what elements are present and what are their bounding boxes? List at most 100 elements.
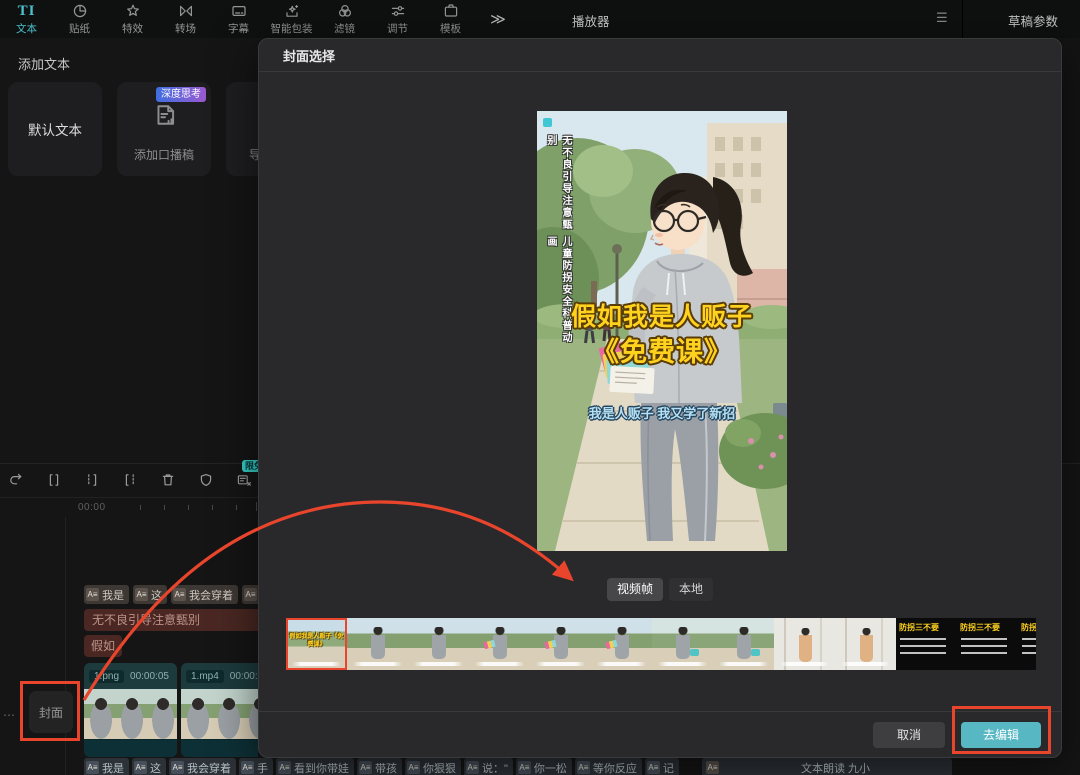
text-clip-icon: A≡ <box>359 761 372 774</box>
mask-icon[interactable] <box>198 472 216 490</box>
text-clip[interactable]: A≡我是 <box>84 758 129 775</box>
ruler-timestamp: 00:00 <box>78 502 106 513</box>
text-clip[interactable]: A≡你狠狠 <box>405 758 461 775</box>
text-clip-icon: A≡ <box>173 588 186 601</box>
card-add-script[interactable]: 添加口播稿深度思考 <box>117 82 211 176</box>
toolbar-item-template[interactable]: 模板 <box>424 0 477 38</box>
ruler-ticks <box>140 505 256 510</box>
player-panel-title: 播放器 <box>572 11 610 30</box>
frame-caption-bar <box>414 662 463 666</box>
clip-audio-strip <box>84 739 177 757</box>
split-right-icon[interactable] <box>122 472 140 490</box>
filmstrip-frame-1[interactable]: 假如我是人贩子《免费课》 <box>286 618 347 670</box>
text-clip[interactable]: A≡看到你带娃 <box>276 758 354 775</box>
text-clip[interactable]: A≡记 <box>645 758 679 775</box>
text-clip-icon: A≡ <box>134 761 147 774</box>
toolbar-item-smart-pack[interactable]: 智能包装 <box>265 0 318 38</box>
toolbar-item-effects[interactable]: 特效 <box>106 0 159 38</box>
go-edit-button[interactable]: 去编辑 <box>961 722 1041 748</box>
text-clip[interactable]: A≡这 <box>132 758 166 775</box>
toolbar-item-transition[interactable]: 转场 <box>159 0 212 38</box>
text-clip-track: A≡我是A≡这A≡我会穿着A≡手 <box>84 585 258 604</box>
text-clip-icon: A≡ <box>171 761 184 774</box>
video-clip[interactable]: 1.png 00:00:05 <box>84 663 177 757</box>
filter-icon <box>337 3 353 20</box>
filmstrip-frame-4[interactable] <box>469 618 530 670</box>
filmstrip-frame-5[interactable] <box>530 618 591 670</box>
transition-icon <box>178 3 194 20</box>
filmstrip-frame-6[interactable] <box>591 618 652 670</box>
text-clip[interactable]: A≡我会穿着 <box>171 585 238 604</box>
text-clip-icon: A≡ <box>86 761 99 774</box>
filmstrip-frame-13[interactable]: 防拐三不要 <box>1018 618 1036 670</box>
filmstrip-frame-10[interactable] <box>835 618 896 670</box>
split-left-icon[interactable] <box>84 472 102 490</box>
cancel-button[interactable]: 取消 <box>873 722 945 748</box>
toolbar-item-caption[interactable]: 字幕 <box>212 0 265 38</box>
toolbar-item-sticker[interactable]: 贴纸 <box>53 0 106 38</box>
filmstrip-frame-2[interactable] <box>347 618 408 670</box>
split-icon[interactable] <box>46 472 64 490</box>
frame-title: 防拐三不要 <box>1021 622 1036 633</box>
text-clip-icon: A≡ <box>278 761 291 774</box>
text-clip[interactable]: A≡我是 <box>84 585 129 604</box>
frame-caption-bar <box>719 662 768 666</box>
draft-params-title: 草稿参数 <box>1008 11 1058 30</box>
text-clip-icon: A≡ <box>407 761 420 774</box>
cover-preview[interactable]: 无不良引导注意甄别 儿童防拐安全科普动画 假如我是人贩子 《免费课》 我是人贩子… <box>537 111 787 551</box>
frame-caption-bar <box>597 662 646 666</box>
undo-icon[interactable] <box>8 472 26 490</box>
scene-text-clip[interactable]: 假如 <box>84 635 122 657</box>
text-clip[interactable]: A≡说：" <box>464 758 513 775</box>
filmstrip-frame-8[interactable] <box>713 618 774 670</box>
poster-title-line1: 假如我是人贩子 <box>537 297 787 333</box>
warning-text-clip[interactable]: 无不良引导注意甄别 <box>84 609 258 631</box>
tab-video-frame[interactable]: 视频帧 <box>607 578 663 601</box>
clip-name: 1.png <box>89 670 124 683</box>
filmstrip-frame-7[interactable] <box>652 618 713 670</box>
poster-title-line2: 《免费课》 <box>537 330 787 369</box>
track-options-ellipsis[interactable]: ⋯ <box>3 708 16 722</box>
frame-caption-bar <box>841 662 890 666</box>
cover-source-tabs: 视频帧本地 <box>259 578 1061 601</box>
text-clip[interactable]: A≡手 <box>239 758 273 775</box>
frame-caption-bar <box>780 662 829 666</box>
toolbar-item-text-tool[interactable]: TI文本 <box>0 0 53 38</box>
toolbar-more-button[interactable]: ≫ <box>477 10 519 28</box>
text-clip[interactable]: A≡你一松 <box>516 758 572 775</box>
clip-thumbnails <box>84 689 177 739</box>
cover-button[interactable]: 封面 <box>29 691 73 733</box>
text-clip-icon: A≡ <box>244 588 257 601</box>
card-default-text[interactable]: 默认文本 <box>8 82 102 176</box>
toolbar-item-filter[interactable]: 滤镜 <box>318 0 371 38</box>
player-menu-icon[interactable]: ☰ <box>936 10 948 26</box>
delete-icon[interactable] <box>160 472 178 490</box>
frame-caption-bar <box>536 662 585 666</box>
tts-clip[interactable]: A≡ 文本朗读 九小 <box>702 758 952 775</box>
video-track: 1.png 00:00:05 1.mp4 00:00:05 <box>84 663 258 757</box>
filmstrip-frame-12[interactable]: 防拐三不要 <box>957 618 1018 670</box>
filmstrip-frame-3[interactable] <box>408 618 469 670</box>
text-clip[interactable]: A≡带孩 <box>357 758 402 775</box>
text-clip[interactable]: A≡这 <box>133 585 167 604</box>
dialog-title: 封面选择 <box>259 39 1061 72</box>
text-clip[interactable]: A≡手 <box>242 585 258 604</box>
text-clip[interactable]: A≡等你反应 <box>575 758 642 775</box>
toolbar-item-adjust[interactable]: 调节 <box>371 0 424 38</box>
toolbar-items: TI文本贴纸特效转场字幕智能包装滤镜调节模板≫ <box>0 0 1080 38</box>
text-tool-icon: TI <box>18 3 36 20</box>
text-clip-icon: A≡ <box>518 761 531 774</box>
text-clear-icon[interactable] <box>236 472 254 490</box>
section-title: 添加文本 <box>18 54 70 73</box>
text-clip-icon: A≡ <box>241 761 254 774</box>
video-clip[interactable]: 1.mp4 00:00:05 <box>181 663 258 757</box>
filmstrip-frame-11[interactable]: 防拐三不要 <box>896 618 957 670</box>
tab-local[interactable]: 本地 <box>669 578 713 601</box>
text-clip[interactable]: A≡我会穿着 <box>169 758 236 775</box>
timeline-ruler[interactable]: 00:00 <box>0 499 258 517</box>
clip-thumbnails <box>181 689 258 739</box>
filmstrip-frame-9[interactable] <box>774 618 835 670</box>
subtitle-clip-track: A≡我是A≡这A≡我会穿着A≡手A≡看到你带娃A≡带孩A≡你狠狠A≡说："A≡你… <box>84 758 696 775</box>
tts-clip-label: 文本朗读 九小 <box>801 760 870 775</box>
top-toolbar: TI文本贴纸特效转场字幕智能包装滤镜调节模板≫ 播放器 ☰ 草稿参数 <box>0 0 1080 38</box>
